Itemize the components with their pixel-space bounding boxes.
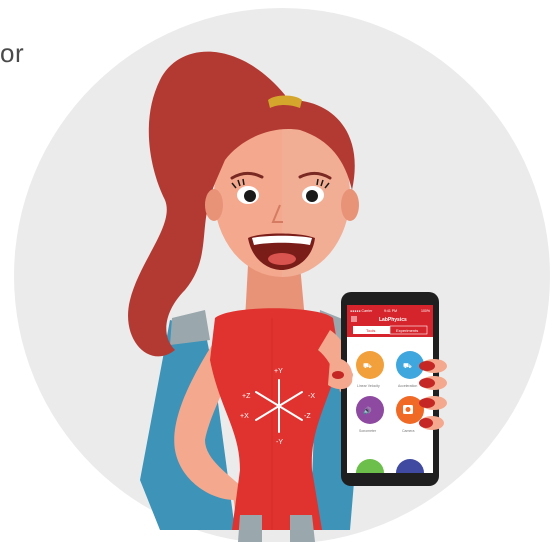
status-carrier: ●●●●● Carrier	[350, 309, 373, 313]
status-battery: 100%	[421, 309, 430, 313]
axis-label-minus-z: -Z	[304, 413, 311, 420]
app-title: LabPhysics	[379, 317, 407, 323]
axis-label-plus-x: +X	[240, 413, 249, 420]
tool-label: Linear Velocity	[357, 384, 380, 388]
tool-label: Sonometer	[359, 429, 377, 433]
status-time: 9:41 PM	[384, 309, 397, 313]
speaker-icon: 🔊	[363, 406, 372, 415]
truck-icon: ⛟	[363, 362, 372, 370]
axis-label-minus-y: -Y	[276, 439, 283, 446]
axis-label-minus-x: -X	[308, 393, 315, 400]
tool-label: Acceleration	[398, 384, 417, 388]
fast-truck-icon: ⛟	[403, 362, 412, 370]
axis-label-plus-y: +Y	[274, 368, 283, 375]
tab-tools-label: Tools	[366, 328, 375, 333]
tab-experiments-label: Experiments	[396, 328, 418, 333]
axis-label-plus-z: +Z	[242, 393, 251, 400]
phone: ●●●●● Carrier 9:41 PM 100% LabPhysics To…	[341, 292, 439, 486]
illustration: +Y -Y +Z -Z +X -X ●●●●● Carrier 9:41 PM …	[14, 8, 550, 542]
tool-label: Camera	[402, 429, 415, 433]
